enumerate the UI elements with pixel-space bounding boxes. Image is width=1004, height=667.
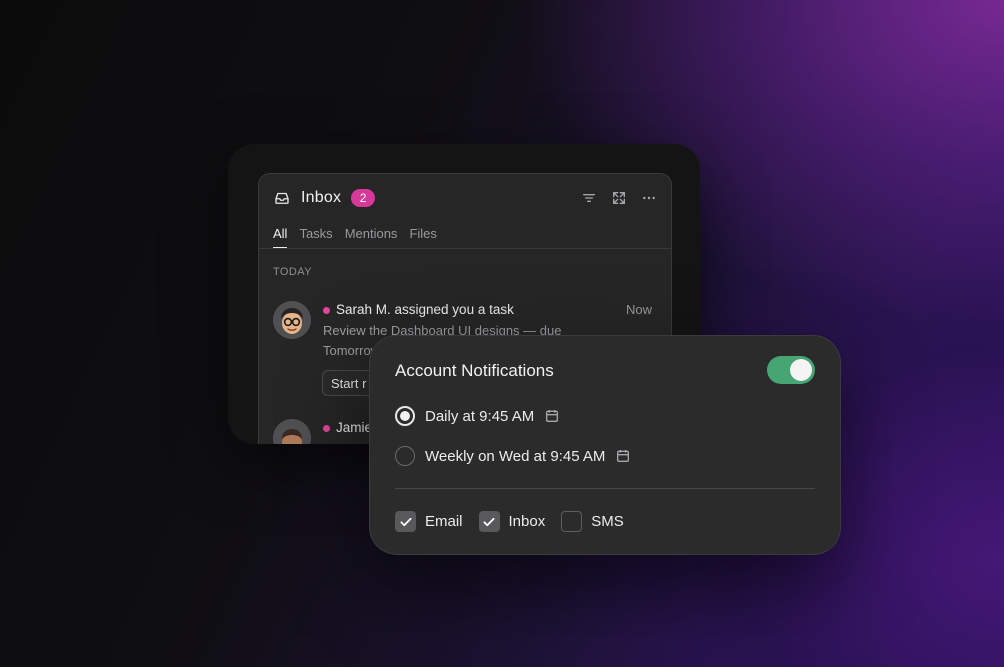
- avatar: [273, 301, 311, 339]
- unread-dot: [323, 425, 330, 432]
- unread-count-badge: 2: [351, 189, 376, 207]
- inbox-header: Inbox 2: [273, 186, 657, 210]
- inbox-header-actions: [581, 190, 657, 206]
- memoji-avatar-icon: [273, 301, 311, 339]
- tab-all[interactable]: All: [273, 226, 288, 249]
- checkbox-label: Inbox: [508, 513, 546, 530]
- divider: [395, 488, 815, 489]
- calendar-icon[interactable]: [544, 408, 560, 424]
- radio-button-selected[interactable]: [395, 406, 415, 426]
- schedule-option-weekly[interactable]: Weekly on Wed at 9:45 AM: [395, 445, 631, 467]
- toggle-knob: [790, 359, 812, 381]
- filter-icon[interactable]: [581, 190, 597, 206]
- memoji-avatar-icon: [273, 419, 311, 444]
- notification-title[interactable]: Jamie: [336, 420, 372, 435]
- checkbox-label: Email: [425, 513, 463, 530]
- inbox-tray-icon: [275, 192, 289, 204]
- expand-icon[interactable]: [611, 190, 627, 206]
- checkbox-label: SMS: [591, 513, 624, 530]
- calendar-icon[interactable]: [615, 448, 631, 464]
- tab-mentions[interactable]: Mentions: [345, 226, 398, 248]
- checkbox-inbox[interactable]: [478, 511, 500, 532]
- schedule-option-daily[interactable]: Daily at 9:45 AM: [395, 405, 560, 427]
- notification-time: Now: [626, 302, 653, 317]
- checkmark-icon: [483, 517, 495, 526]
- account-notifications-card: Account Notifications Daily at 9:45 AM W…: [369, 335, 841, 555]
- notification-title[interactable]: Sarah M. assigned you a task: [336, 302, 514, 317]
- avatar: [273, 419, 311, 444]
- checkbox-email[interactable]: [395, 511, 416, 532]
- inbox-title: Inbox: [301, 189, 342, 206]
- tab-files[interactable]: Files: [409, 226, 436, 248]
- notifications-toggle[interactable]: [767, 356, 815, 384]
- radio-label: Daily at 9:45 AM: [425, 407, 535, 425]
- card-title: Account Notifications: [395, 361, 554, 380]
- more-options-icon[interactable]: [641, 190, 657, 206]
- channel-checkboxes: Email Inbox SMS: [395, 511, 640, 532]
- tab-tasks[interactable]: Tasks: [299, 226, 332, 248]
- tabs-divider: [259, 248, 671, 249]
- unread-dot: [323, 307, 330, 314]
- inbox-tabs: All Tasks Mentions Files: [273, 226, 671, 249]
- checkmark-icon: [399, 517, 412, 526]
- section-label-today: TODAY: [273, 266, 312, 278]
- radio-label: Weekly on Wed at 9:45 AM: [425, 447, 606, 465]
- radio-button-unselected[interactable]: [395, 446, 415, 466]
- checkbox-sms[interactable]: [561, 511, 583, 532]
